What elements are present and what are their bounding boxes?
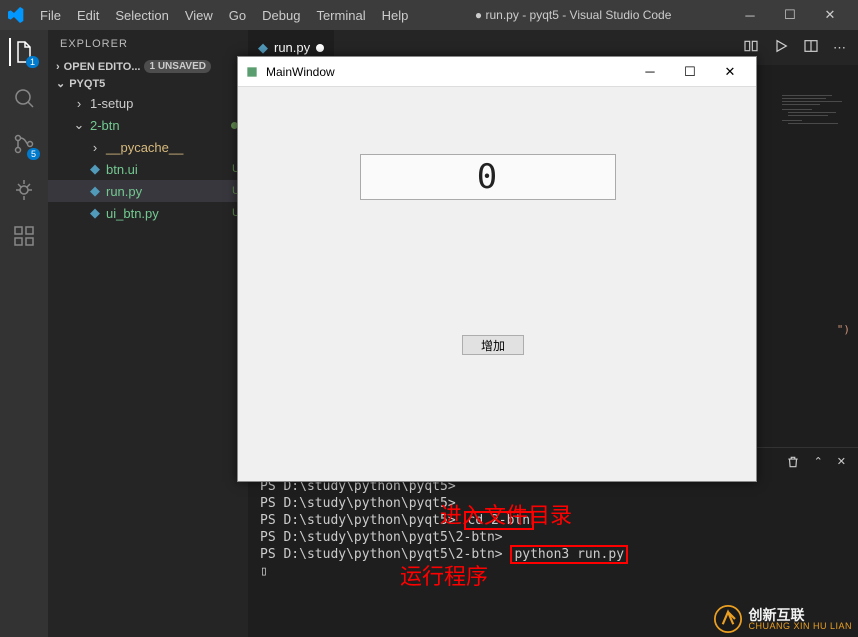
explorer-sidebar: EXPLORER › OPEN EDITO... 1 UNSAVED ⌄ PYQ… (48, 30, 248, 637)
menu-help[interactable]: Help (374, 4, 417, 27)
activity-scm-icon[interactable]: 5 (10, 130, 38, 158)
chevron-right-icon: › (72, 96, 86, 111)
pyqt-add-button[interactable]: 增加 (462, 335, 524, 355)
vscode-logo-icon (8, 7, 24, 23)
tree-folder-1-setup[interactable]: › 1-setup (48, 92, 248, 114)
menu-file[interactable]: File (32, 4, 69, 27)
unsaved-badge: 1 UNSAVED (144, 60, 211, 73)
tree-file-btn-ui[interactable]: ◆ btn.ui U (48, 158, 248, 180)
folder-label: 2-btn (90, 118, 120, 133)
scm-badge: 5 (27, 148, 40, 160)
terminal-line: PS D:\study\python\pyqt5\2-btn> (260, 529, 846, 546)
folder-root-header[interactable]: ⌄ PYQT5 (48, 75, 248, 92)
pyqt-title-bar[interactable]: MainWindow ─ ☐ ✕ (238, 57, 756, 87)
pyqt-maximize-button[interactable]: ☐ (670, 57, 710, 87)
window-controls: ─ ☐ ✕ (730, 0, 850, 30)
python-file-icon: ◆ (88, 183, 102, 199)
pyqt-main-window[interactable]: MainWindow ─ ☐ ✕ 0 增加 (237, 56, 757, 482)
tree-folder-pycache[interactable]: › __pycache__ (48, 136, 248, 158)
python-file-icon: ◆ (258, 40, 268, 56)
watermark-text-1: 创新互联 (748, 608, 852, 622)
file-label: btn.ui (106, 162, 138, 177)
folder-root-label: PYQT5 (69, 78, 105, 90)
pyqt-app-icon (244, 64, 260, 80)
close-panel-icon[interactable]: ✕ (837, 455, 846, 472)
terminal-line: ▯ (260, 563, 846, 580)
run-icon[interactable] (773, 38, 789, 57)
chevron-right-icon: › (88, 140, 102, 155)
file-label: ui_btn.py (106, 206, 159, 221)
editor-stray-text: ") (837, 323, 850, 336)
compare-changes-icon[interactable] (743, 38, 759, 57)
tree-file-ui-btn-py[interactable]: ◆ ui_btn.py U (48, 202, 248, 224)
folder-label: 1-setup (90, 96, 133, 111)
tab-dirty-indicator-icon (316, 44, 324, 52)
minimap[interactable]: ") (778, 87, 858, 447)
menu-view[interactable]: View (177, 4, 221, 27)
activity-bar: 1 5 (0, 30, 48, 637)
tab-label: run.py (274, 40, 310, 55)
file-tree: › 1-setup ⌄ 2-btn › __pycache__ ◆ btn.ui… (48, 92, 248, 637)
watermark-text-2: CHUANG XIN HU LIAN (748, 622, 852, 631)
main-menu: File Edit Selection View Go Debug Termin… (32, 4, 416, 27)
window-title-bar: File Edit Selection View Go Debug Termin… (0, 0, 858, 30)
file-label: run.py (106, 184, 142, 199)
window-maximize-button[interactable]: ☐ (770, 0, 810, 30)
tree-folder-2-btn[interactable]: ⌄ 2-btn (48, 114, 248, 136)
annotation-enter-dir: 进入文件目录 (440, 498, 572, 530)
annotation-run-prog: 运行程序 (400, 559, 488, 591)
split-editor-icon[interactable] (803, 38, 819, 57)
kill-terminal-icon[interactable] (786, 455, 800, 472)
explorer-badge: 1 (26, 56, 39, 68)
more-actions-icon[interactable]: ⋯ (833, 40, 846, 56)
open-editors-header[interactable]: › OPEN EDITO... 1 UNSAVED (48, 58, 248, 75)
menu-debug[interactable]: Debug (254, 4, 308, 27)
watermark: 创新互联 CHUANG XIN HU LIAN (714, 605, 852, 633)
terminal-line: PS D:\study\python\pyqt5\2-btn> python3 … (260, 546, 846, 563)
sidebar-header: EXPLORER (48, 30, 248, 58)
activity-explorer-icon[interactable]: 1 (9, 38, 37, 66)
pyqt-body: 0 增加 (238, 87, 756, 481)
watermark-logo-icon (714, 605, 742, 633)
folder-label: __pycache__ (106, 140, 183, 155)
chevron-down-icon: ⌄ (72, 117, 86, 133)
highlight-cmd-python: python3 run.py (510, 545, 628, 564)
menu-go[interactable]: Go (221, 4, 254, 27)
menu-selection[interactable]: Selection (107, 4, 176, 27)
python-file-icon: ◆ (88, 205, 102, 221)
open-editors-label: OPEN EDITO... (64, 61, 141, 73)
ui-file-icon: ◆ (88, 161, 102, 177)
menu-edit[interactable]: Edit (69, 4, 107, 27)
tree-file-run-py[interactable]: ◆ run.py U (48, 180, 248, 202)
pyqt-close-button[interactable]: ✕ (710, 57, 750, 87)
menu-terminal[interactable]: Terminal (308, 4, 373, 27)
maximize-panel-icon[interactable]: ⌃ (814, 455, 823, 472)
window-minimize-button[interactable]: ─ (730, 0, 770, 30)
activity-debug-icon[interactable] (10, 176, 38, 204)
window-close-button[interactable]: ✕ (810, 0, 850, 30)
activity-extensions-icon[interactable] (10, 222, 38, 250)
activity-search-icon[interactable] (10, 84, 38, 112)
pyqt-lcd-display: 0 (360, 154, 616, 200)
pyqt-minimize-button[interactable]: ─ (630, 57, 670, 87)
window-title: ● run.py - pyqt5 - Visual Studio Code (416, 8, 730, 22)
pyqt-window-title: MainWindow (266, 65, 335, 79)
